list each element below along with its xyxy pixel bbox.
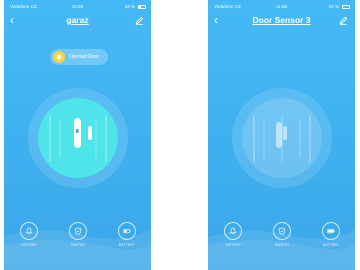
history-label: HISTORY xyxy=(21,243,37,247)
edit-pencil-icon[interactable] xyxy=(339,16,348,25)
alert-badge-text: Opened Door xyxy=(69,54,100,60)
battery-button[interactable]: BATTERY xyxy=(316,222,346,256)
phone-screen-left: Vodafone CZ 10:46 34 % ‹ garaz Opened Do… xyxy=(4,0,151,270)
device-title[interactable]: garaz xyxy=(4,15,151,25)
battery-status-icon xyxy=(138,5,146,9)
battery-button[interactable]: BATTERY xyxy=(112,222,142,256)
history-label: HISTORY xyxy=(225,243,241,247)
bell-icon xyxy=(20,222,38,240)
bell-icon xyxy=(224,222,242,240)
bell-alert-icon xyxy=(53,51,65,63)
nav-bar: ‹ garaz xyxy=(4,13,151,27)
battery-icon xyxy=(118,222,136,240)
history-button[interactable]: HISTORY xyxy=(218,222,248,256)
phone-screen-right: Vodafone CZ 11:56 26 % ‹ Door Sensor 3 H… xyxy=(208,0,355,270)
battery-label: BATTERY xyxy=(118,243,136,247)
edit-pencil-icon[interactable] xyxy=(135,16,144,25)
status-bar: Vodafone CZ 11:56 26 % xyxy=(208,3,355,11)
bottom-toolbar: HISTORY SWITCH BATTERY xyxy=(208,222,355,262)
history-button[interactable]: HISTORY xyxy=(14,222,44,256)
battery-icon xyxy=(322,222,340,240)
switch-button[interactable]: SWITCH xyxy=(63,222,93,256)
battery-percent: 34 % xyxy=(124,4,135,9)
battery-label: BATTERY xyxy=(322,243,340,247)
switch-label: SWITCH xyxy=(275,243,289,247)
shield-icon xyxy=(273,222,291,240)
status-bar: Vodafone CZ 10:46 34 % xyxy=(4,3,151,11)
opened-door-alert-badge: Opened Door xyxy=(50,49,108,65)
switch-button[interactable]: SWITCH xyxy=(267,222,297,256)
device-title[interactable]: Door Sensor 3 xyxy=(208,15,355,25)
switch-label: SWITCH xyxy=(71,243,85,247)
battery-status-icon xyxy=(342,5,350,9)
shield-icon xyxy=(69,222,87,240)
door-sensor-open-icon xyxy=(49,116,107,162)
bottom-toolbar: HISTORY SWITCH BATTERY xyxy=(4,222,151,262)
nav-bar: ‹ Door Sensor 3 xyxy=(208,13,355,27)
door-sensor-closed-icon xyxy=(253,116,311,162)
battery-percent: 26 % xyxy=(328,4,339,9)
